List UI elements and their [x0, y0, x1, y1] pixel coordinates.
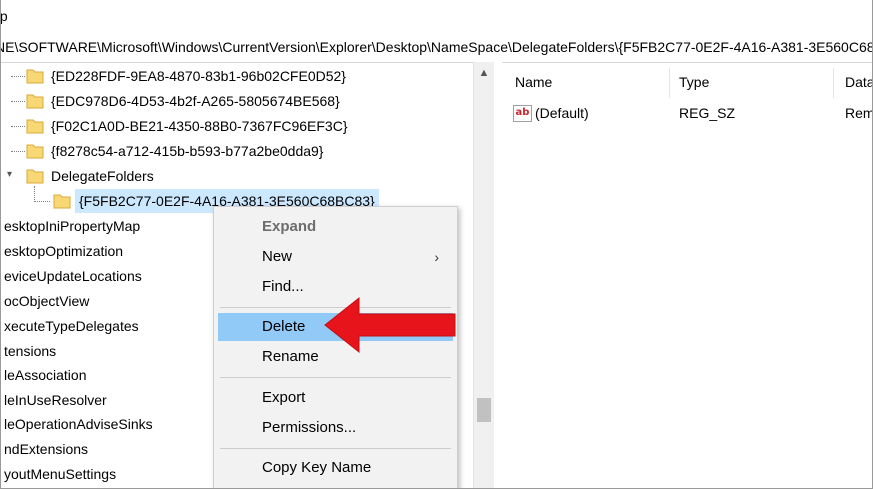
- folder-icon: [26, 92, 44, 109]
- tree-item-label: eviceUpdateLocations: [4, 268, 142, 284]
- menu-item-new[interactable]: New ›: [218, 243, 453, 271]
- collapse-arrow-icon[interactable]: ▾: [7, 169, 12, 180]
- column-divider[interactable]: [833, 68, 834, 98]
- tree-connector: [34, 186, 35, 200]
- menu-help[interactable]: elp: [1, 8, 8, 24]
- pane-splitter[interactable]: [494, 62, 502, 488]
- folder-icon: [26, 142, 44, 159]
- tree-item-label: tensions: [4, 343, 57, 359]
- values-list: Name Type Data ab (Default) REG_SZ Remov…: [503, 62, 873, 488]
- scroll-up-arrow-icon[interactable]: ▲: [474, 62, 494, 84]
- tree-item-label: esktopOptimization: [4, 243, 124, 259]
- column-header-name[interactable]: Name: [515, 74, 552, 90]
- tree-item-label: xecuteTypeDelegates: [4, 318, 139, 334]
- address-path[interactable]: NE\SOFTWARE\Microsoft\Windows\CurrentVer…: [1, 39, 872, 55]
- tree-item-label: DelegateFolders: [51, 168, 154, 184]
- tree-scrollbar[interactable]: ▲: [473, 62, 495, 488]
- folder-icon: [53, 192, 71, 209]
- tree-item-label: {EDC978D6-4D53-4b2f-A265-5805674BE568}: [51, 93, 340, 109]
- column-header-type[interactable]: Type: [679, 74, 709, 90]
- tree-item-label: youtMenuSettings: [4, 466, 117, 482]
- tree-item-label: leOperationAdviseSinks: [4, 416, 153, 432]
- tree-item-label: {f8278c54-a712-415b-b593-b77a2be0dda9}: [51, 143, 324, 159]
- string-value-icon: ab: [513, 105, 532, 122]
- value-data: Remove: [845, 105, 873, 121]
- tree-item-label: esktopIniPropertyMap: [4, 218, 141, 234]
- column-divider[interactable]: [669, 68, 670, 98]
- submenu-arrow-icon: ›: [434, 249, 439, 265]
- menu-item-expand[interactable]: Expand: [218, 213, 453, 241]
- annotation-arrow-icon: [324, 296, 456, 354]
- folder-icon: [26, 67, 44, 84]
- menu-item-copy-key-name[interactable]: Copy Key Name: [218, 454, 453, 482]
- tree-item-label: {ED228FDF-9EA8-4870-83b1-96b02CFE0D52}: [51, 68, 346, 84]
- tree-item-label: ocObjectView: [4, 293, 90, 309]
- registry-editor-window: elp NE\SOFTWARE\Microsoft\Windows\Curren…: [0, 0, 873, 489]
- menu-item-permissions[interactable]: Permissions...: [218, 414, 453, 442]
- tree-item-label: leAssociation: [4, 367, 87, 383]
- value-type: REG_SZ: [679, 105, 736, 121]
- folder-icon: [26, 167, 44, 184]
- tree-item-label: {F02C1A0D-BE21-4350-88B0-7367FC96EF3C}: [51, 118, 348, 134]
- menu-bar: elp: [1, 0, 872, 31]
- tree-item-label: leInUseResolver: [4, 392, 107, 408]
- address-bar[interactable]: NE\SOFTWARE\Microsoft\Windows\CurrentVer…: [1, 30, 872, 63]
- value-name: (Default): [535, 105, 589, 121]
- column-header-data[interactable]: Data: [845, 74, 872, 90]
- tree-item-label: ndExtensions: [4, 441, 89, 457]
- menu-separator: [220, 448, 451, 449]
- menu-separator: [220, 377, 451, 378]
- menu-item-export[interactable]: Export: [218, 384, 453, 412]
- folder-icon: [26, 117, 44, 134]
- scroll-thumb[interactable]: [477, 398, 491, 422]
- value-row[interactable]: ab (Default) REG_SZ Remove: [503, 102, 873, 124]
